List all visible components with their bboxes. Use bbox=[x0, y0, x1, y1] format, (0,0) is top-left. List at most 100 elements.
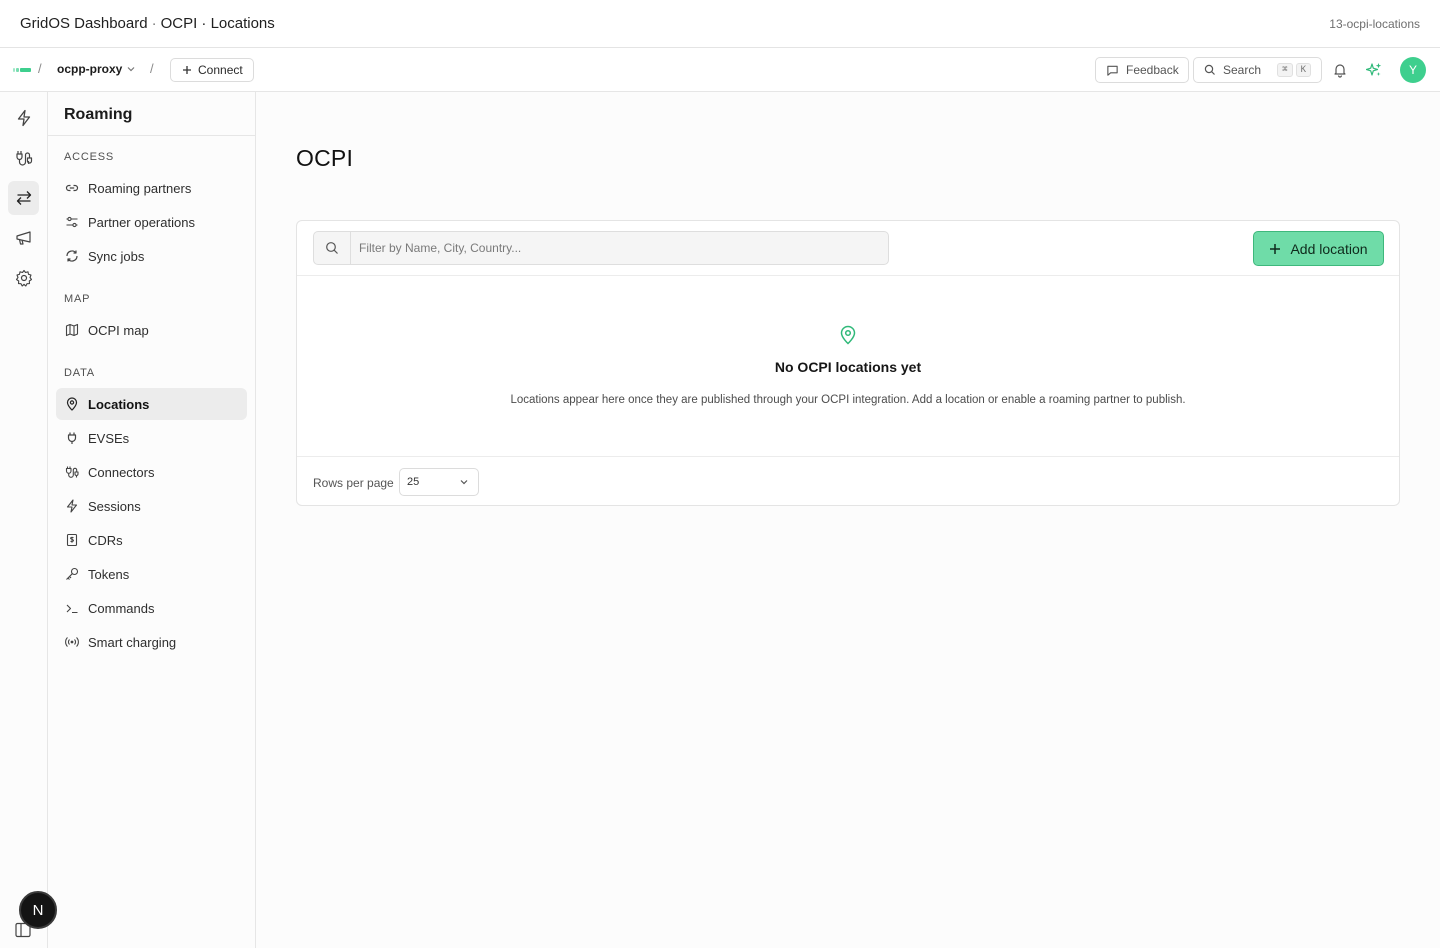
notifications-bell-icon[interactable] bbox=[1330, 60, 1350, 80]
top-navigation: / ocpp-proxy / Connect Feedback Search ⌘… bbox=[0, 48, 1440, 92]
terminal-icon bbox=[65, 601, 79, 615]
title-separator: · bbox=[151, 15, 157, 32]
section-title-access: ACCESS bbox=[64, 151, 115, 163]
rail-item-plug[interactable] bbox=[8, 141, 39, 175]
menu-item-label: EVSEs bbox=[88, 430, 130, 446]
empty-state-description: Locations appear here once they are publ… bbox=[510, 394, 1186, 406]
menu-item-label: OCPI map bbox=[88, 322, 149, 338]
menu-item-cdrs[interactable]: CDRs bbox=[56, 524, 247, 556]
user-avatar[interactable]: Y bbox=[1400, 57, 1426, 83]
menu-item-label: Locations bbox=[88, 396, 150, 412]
add-location-button[interactable]: Add location bbox=[1253, 231, 1384, 266]
breadcrumb-divider: / bbox=[150, 61, 154, 76]
menu-item-partner-operations[interactable]: Partner operations bbox=[56, 206, 247, 238]
search-icon bbox=[1204, 64, 1216, 76]
shortcut-key: K bbox=[1295, 63, 1311, 77]
ai-assistant-sparkle-icon[interactable] bbox=[1364, 60, 1384, 80]
plug-icon bbox=[65, 431, 79, 445]
project-name: ocpp-proxy bbox=[57, 62, 123, 76]
rail-item-roaming[interactable] bbox=[8, 181, 39, 215]
rows-per-page-select[interactable]: 25 bbox=[399, 468, 479, 496]
message-square-icon bbox=[1106, 64, 1119, 77]
plug-icon bbox=[15, 149, 33, 167]
signal-icon bbox=[65, 635, 79, 649]
connect-button[interactable]: Connect bbox=[170, 58, 254, 82]
map-pin-icon bbox=[839, 325, 857, 345]
breadcrumb-divider: / bbox=[38, 61, 42, 76]
arrows-swap-icon bbox=[15, 189, 33, 207]
feedback-button[interactable]: Feedback bbox=[1095, 57, 1189, 83]
section-title-data: DATA bbox=[64, 367, 95, 379]
refresh-icon bbox=[65, 249, 79, 263]
menu-item-label: Tokens bbox=[88, 566, 130, 582]
rows-per-page-value: 25 bbox=[407, 476, 420, 488]
menu-item-sessions[interactable]: Sessions bbox=[56, 490, 247, 522]
menu-item-label: Partner operations bbox=[88, 214, 195, 230]
table-footer: Rows per page 25 bbox=[297, 458, 1399, 505]
window-title: GridOS Dashboard · OCPI · Locations bbox=[20, 15, 275, 32]
menu-item-commands[interactable]: Commands bbox=[56, 592, 247, 624]
locations-card: Add location No OCPI locations yet Locat… bbox=[296, 220, 1400, 506]
rail-item-settings[interactable] bbox=[8, 261, 39, 295]
menu-item-label: Smart charging bbox=[88, 634, 177, 650]
keyboard-shortcut: ⌘ K bbox=[1277, 63, 1311, 77]
map-pin-icon bbox=[65, 397, 79, 411]
bolt-icon bbox=[65, 499, 79, 513]
primary-icon-rail bbox=[0, 92, 48, 948]
shortcut-key: ⌘ bbox=[1277, 63, 1293, 77]
section-title-map: MAP bbox=[64, 293, 91, 305]
menu-item-label: CDRs bbox=[88, 532, 123, 548]
menu-title: Roaming bbox=[48, 92, 255, 136]
app-name: GridOS Dashboard bbox=[20, 15, 148, 32]
logo-icon[interactable] bbox=[13, 68, 31, 72]
add-location-label: Add location bbox=[1290, 240, 1368, 257]
search-button[interactable]: Search ⌘ K bbox=[1193, 57, 1322, 83]
chevron-down-icon bbox=[126, 64, 136, 74]
section-name: OCPI · Locations bbox=[160, 15, 275, 32]
plus-icon bbox=[182, 65, 192, 75]
menu-item-label: Connectors bbox=[88, 464, 155, 480]
card-toolbar: Add location bbox=[297, 221, 1399, 276]
menu-item-roaming-partners[interactable]: Roaming partners bbox=[56, 172, 247, 204]
link-icon bbox=[65, 181, 79, 195]
rail-item-bolt[interactable] bbox=[8, 101, 39, 135]
megaphone-icon bbox=[15, 229, 33, 247]
empty-state: No OCPI locations yet Locations appear h… bbox=[297, 277, 1399, 457]
settings-sliders-icon bbox=[65, 215, 79, 229]
roaming-side-menu: Roaming ACCESS Roaming partners Partner … bbox=[48, 92, 256, 948]
connect-label: Connect bbox=[198, 63, 243, 77]
main-content: OCPI Add location No OCPI locations yet … bbox=[256, 92, 1440, 948]
rows-per-page-label: Rows per page bbox=[313, 476, 394, 490]
menu-item-evses[interactable]: EVSEs bbox=[56, 422, 247, 454]
menu-item-locations[interactable]: Locations bbox=[56, 388, 247, 420]
bolt-icon bbox=[15, 109, 33, 127]
dev-tools-badge[interactable]: N bbox=[19, 891, 57, 929]
map-icon bbox=[65, 323, 79, 337]
menu-item-label: Roaming partners bbox=[88, 180, 192, 196]
menu-item-label: Sync jobs bbox=[88, 248, 145, 264]
window-titlebar: GridOS Dashboard · OCPI · Locations 13-ocp… bbox=[0, 0, 1440, 48]
menu-item-connectors[interactable]: Connectors bbox=[56, 456, 247, 488]
empty-state-title: No OCPI locations yet bbox=[774, 359, 922, 375]
plus-icon bbox=[1269, 243, 1281, 255]
key-icon bbox=[65, 567, 79, 581]
filter-field bbox=[313, 231, 889, 265]
receipt-icon bbox=[65, 533, 79, 547]
gear-icon bbox=[15, 269, 33, 287]
menu-item-label: Sessions bbox=[88, 498, 141, 514]
menu-item-smart-charging[interactable]: Smart charging bbox=[56, 626, 247, 658]
menu-item-label: Commands bbox=[88, 600, 155, 616]
rail-item-campaigns[interactable] bbox=[8, 221, 39, 255]
search-icon bbox=[314, 232, 351, 264]
filter-input[interactable] bbox=[351, 232, 888, 264]
page-title: OCPI bbox=[296, 145, 354, 171]
project-selector[interactable]: ocpp-proxy bbox=[57, 62, 136, 76]
chevron-down-icon bbox=[459, 477, 469, 487]
page-slug: 13-ocpi-locations bbox=[1329, 17, 1420, 31]
menu-item-sync-jobs[interactable]: Sync jobs bbox=[56, 240, 247, 272]
search-label: Search bbox=[1223, 63, 1262, 77]
menu-item-ocpi-map[interactable]: OCPI map bbox=[56, 314, 247, 346]
cable-icon bbox=[65, 465, 79, 479]
menu-item-tokens[interactable]: Tokens bbox=[56, 558, 247, 590]
feedback-label: Feedback bbox=[1126, 63, 1179, 77]
